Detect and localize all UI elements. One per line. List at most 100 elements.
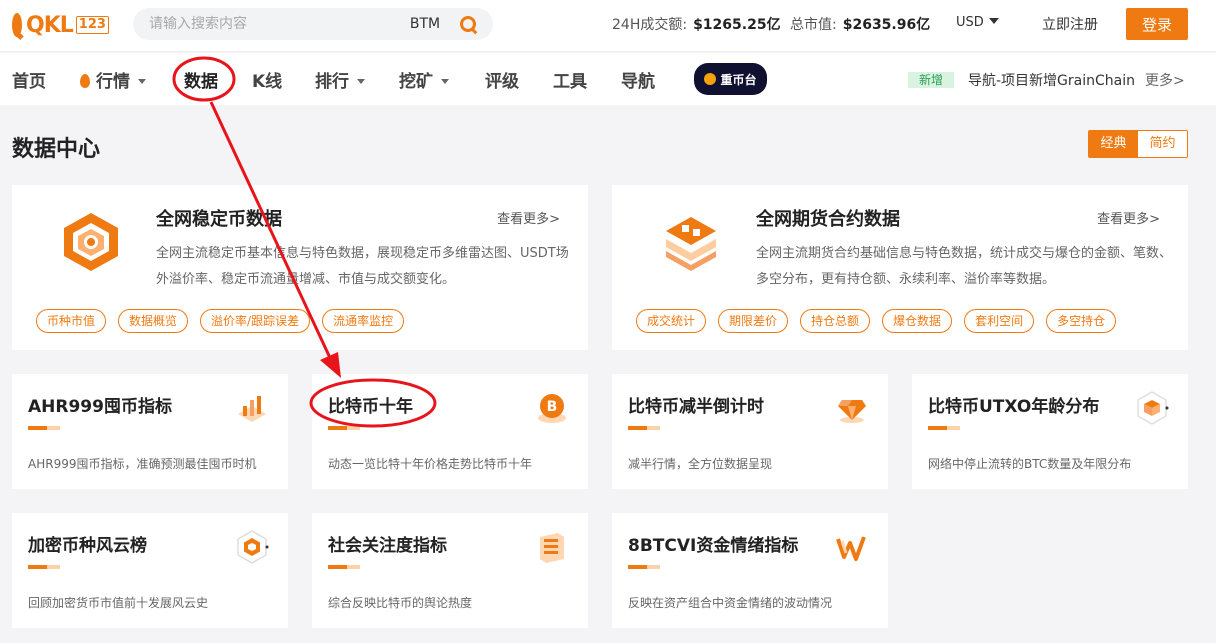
ahr999-card[interactable]: AHR999囤币指标 AHR999囤币指标，准确预测最佳囤币时机 — [12, 374, 288, 489]
accent-bar — [28, 565, 60, 569]
logo-text: QKL — [26, 12, 74, 38]
nav-ranking-label: 排行 — [315, 72, 349, 92]
stablecoin-card[interactable]: 全网稳定币数据 查看更多> 全网主流稳定币基本信息与特色数据，展现稳定币多维雷达… — [12, 185, 588, 350]
cube-icon — [1137, 391, 1169, 425]
card-title: AHR999囤币指标 — [28, 397, 172, 417]
card-description: AHR999囤币指标，准确预测最佳囤币时机 — [28, 457, 257, 471]
currency-value: USD — [956, 15, 984, 30]
view-simple-button[interactable]: 简约 — [1138, 131, 1187, 157]
top-bar: QKL 123 BTM 24H成交额: $1265.25亿 总市值: $2635.9… — [0, 0, 1216, 52]
tag-item[interactable]: 持仓总额 — [800, 309, 871, 333]
search-icon[interactable] — [460, 16, 476, 32]
nav-rating[interactable]: 评级 — [485, 67, 519, 92]
nav-ranking[interactable]: 排行 — [315, 67, 365, 92]
futures-card[interactable]: 全网期货合约数据 查看更多> 全网主流期货合约基础信息与特色数据，统计成交与爆仓… — [612, 185, 1188, 350]
page-title: 数据中心 — [12, 137, 101, 162]
btcvi-card[interactable]: 8BTCVI资金情绪指标 反映在资产组合中资金情绪的波动情况 — [612, 513, 888, 628]
wave-icon — [836, 536, 866, 561]
nav-navigation[interactable]: 导航 — [621, 67, 655, 92]
tag-item[interactable]: 数据概览 — [118, 309, 189, 333]
tag-list: 成交统计 期限差价 持仓总额 爆仓数据 套利空间 多空持仓 — [636, 309, 1117, 333]
view-toggle: 经典 简约 — [1088, 130, 1188, 158]
tag-list: 币种市值 数据概览 溢价率/跟踪误差 流通率监控 — [36, 309, 405, 333]
tag-item[interactable]: 多空持仓 — [1046, 309, 1117, 333]
card-title: 比特币UTXO年龄分布 — [928, 397, 1100, 417]
news-link[interactable]: 导航-项目新增GrainChain — [968, 70, 1135, 90]
promo-badge[interactable]: 重币台 — [694, 63, 767, 95]
card-description: 网络中停止流转的BTC数量及年限分布 — [928, 457, 1132, 471]
card-title: 8BTCVI资金情绪指标 — [628, 536, 799, 556]
promo-label: 重币台 — [720, 72, 757, 87]
tag-item[interactable]: 币种市值 — [36, 309, 107, 333]
nav-mining-label: 挖矿 — [399, 72, 433, 92]
register-link[interactable]: 立即注册 — [1042, 14, 1098, 34]
accent-bar — [928, 426, 960, 430]
chevron-down-icon — [988, 18, 999, 24]
card-title: 社会关注度指标 — [328, 536, 447, 556]
halving-card[interactable]: 比特币减半倒计时 减半行情，全方位数据呈现 — [612, 374, 888, 489]
layers-icon — [666, 217, 716, 271]
tag-item[interactable]: 溢价率/跟踪误差 — [200, 309, 311, 333]
volume-stat: 24H成交额: $1265.25亿 — [612, 14, 781, 34]
accent-bar — [328, 426, 360, 430]
card-title: 比特币十年 — [328, 397, 413, 417]
view-more-link[interactable]: 查看更多> — [497, 208, 560, 227]
nav-kline[interactable]: K线 — [252, 67, 282, 92]
logo-number: 123 — [75, 16, 109, 34]
card-description: 动态一览比特十年价格走势比特币十年 — [328, 457, 533, 471]
accent-bar — [628, 565, 660, 569]
diamond-icon — [838, 400, 866, 423]
card-description: 全网主流期货合约基础信息与特色数据，统计成交与爆仓的金额、笔数、多空分布，更有持… — [756, 246, 1173, 287]
nav-tools[interactable]: 工具 — [553, 67, 587, 92]
nav-home[interactable]: 首页 — [12, 67, 46, 92]
card-description: 综合反映比特币的舆论热度 — [328, 596, 473, 610]
card-description: 全网主流稳定币基本信息与特色数据，展现稳定币多维雷达图、USDT场外溢价率、稳定… — [156, 246, 569, 287]
nav-market[interactable]: 行情 — [80, 67, 146, 92]
view-classic-button[interactable]: 经典 — [1089, 131, 1138, 157]
tag-item[interactable]: 流通率监控 — [322, 309, 405, 333]
accent-bar — [328, 565, 360, 569]
bitcoin-icon: B — [538, 394, 566, 423]
card-description: 减半行情，全方位数据呈现 — [628, 457, 773, 471]
bitcoin-decade-card[interactable]: 比特币十年 动态一览比特十年价格走势比特币十年 B — [312, 374, 588, 489]
chevron-down-icon — [138, 79, 146, 84]
more-link[interactable]: 更多> — [1145, 70, 1185, 90]
site-logo[interactable]: QKL 123 — [12, 10, 109, 40]
card-title: 比特币减半倒计时 — [628, 397, 764, 417]
tag-item[interactable]: 成交统计 — [636, 309, 707, 333]
currency-select[interactable]: USD — [956, 15, 999, 30]
card-description: 回顾加密货币市值前十发展风云史 — [28, 596, 209, 610]
volume-label: 24H成交额: — [612, 17, 688, 33]
chevron-down-icon — [357, 79, 365, 84]
view-more-link[interactable]: 查看更多> — [1097, 208, 1160, 227]
accent-bar — [28, 426, 60, 430]
bar-chart-icon — [238, 396, 266, 422]
chevron-down-icon — [441, 79, 449, 84]
tag-item[interactable]: 套利空间 — [964, 309, 1035, 333]
logo-q-icon — [12, 13, 22, 37]
marketcap-value: $2635.96亿 — [842, 17, 931, 33]
nav-market-label: 行情 — [96, 72, 130, 92]
nav-mining[interactable]: 挖矿 — [399, 67, 449, 92]
coin-icon — [704, 73, 717, 85]
login-button[interactable]: 登录 — [1126, 8, 1188, 40]
social-attention-card[interactable]: 社会关注度指标 综合反映比特币的舆论热度 — [312, 513, 588, 628]
svg-text:B: B — [547, 399, 558, 415]
card-title: 全网稳定币数据 — [156, 209, 282, 230]
crypto-ranking-card[interactable]: 加密币种风云榜 回顾加密货币市值前十发展风云史 — [12, 513, 288, 628]
hexagon-icon — [64, 213, 118, 271]
card-title: 加密币种风云榜 — [28, 536, 147, 556]
utxo-card[interactable]: 比特币UTXO年龄分布 网络中停止流转的BTC数量及年限分布 — [912, 374, 1188, 489]
nav-data[interactable]: 数据 — [184, 67, 218, 92]
tag-item[interactable]: 爆仓数据 — [882, 309, 953, 333]
search-suggestion[interactable]: BTM — [400, 14, 450, 34]
volume-value: $1265.25亿 — [693, 17, 781, 33]
tag-item[interactable]: 期限差价 — [718, 309, 789, 333]
new-badge: 新增 — [908, 72, 954, 88]
search-input[interactable] — [149, 8, 389, 40]
marketcap-stat: 总市值: $2635.96亿 — [790, 14, 930, 34]
hexagon-icon — [237, 530, 269, 564]
search-box: BTM — [133, 8, 493, 40]
card-title: 全网期货合约数据 — [756, 209, 900, 230]
accent-bar — [628, 426, 660, 430]
